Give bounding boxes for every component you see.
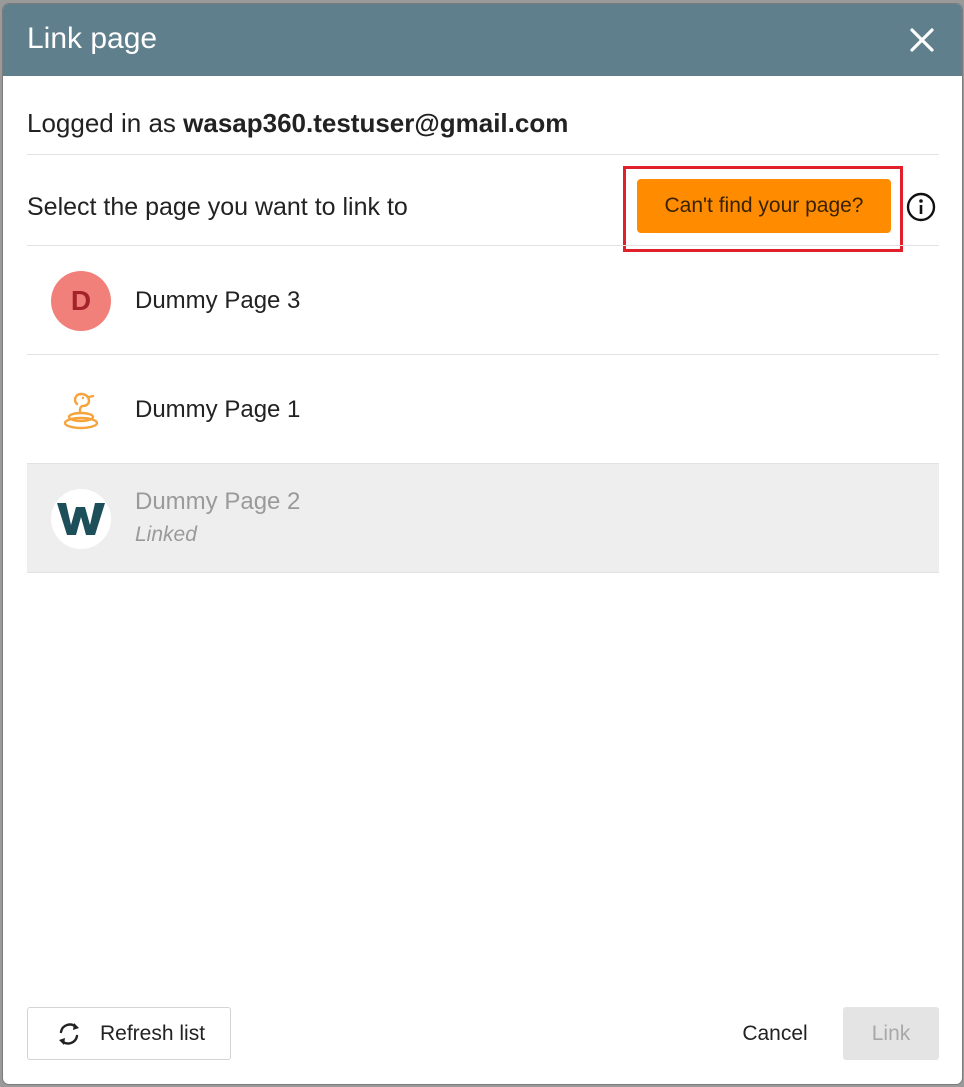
login-prefix: Logged in as (27, 108, 176, 138)
linked-status: Linked (135, 523, 197, 546)
refresh-list-button[interactable]: Refresh list (27, 1007, 231, 1060)
login-info: Logged in as wasap360.testuser@gmail.com (27, 108, 568, 139)
refresh-icon (59, 1022, 79, 1045)
avatar-letter: D (70, 285, 92, 316)
page-name: Dummy Page 3 (135, 287, 301, 314)
link-button[interactable]: Link (843, 1007, 939, 1060)
refresh-label: Refresh list (100, 1021, 206, 1045)
avatar (51, 489, 111, 549)
login-email: wasap360.testuser@gmail.com (183, 108, 569, 138)
page-name: Dummy Page 2 (135, 488, 301, 515)
close-icon[interactable] (908, 26, 936, 54)
select-page-label: Select the page you want to link to (27, 193, 408, 221)
dialog-header: Link page (3, 4, 962, 76)
page-list: D Dummy Page 3 Dummy Page 1 Dummy Page 2… (27, 246, 939, 573)
avatar: D (51, 271, 111, 331)
cant-find-page-button[interactable]: Can't find your page? (637, 179, 891, 233)
dialog-title: Link page (27, 22, 158, 55)
cancel-button[interactable]: Cancel (721, 1007, 829, 1060)
snake-icon (63, 392, 99, 430)
info-icon[interactable] (906, 192, 936, 222)
w-logo-icon (57, 503, 105, 535)
divider (27, 154, 939, 155)
page-item-dummy-page-1[interactable]: Dummy Page 1 (27, 355, 939, 464)
avatar (51, 380, 111, 440)
page-item-dummy-page-3[interactable]: D Dummy Page 3 (27, 246, 939, 355)
page-item-dummy-page-2: Dummy Page 2 Linked (27, 464, 939, 573)
page-name: Dummy Page 1 (135, 396, 301, 423)
link-page-dialog: Link page Logged in as wasap360.testuser… (3, 4, 962, 1084)
